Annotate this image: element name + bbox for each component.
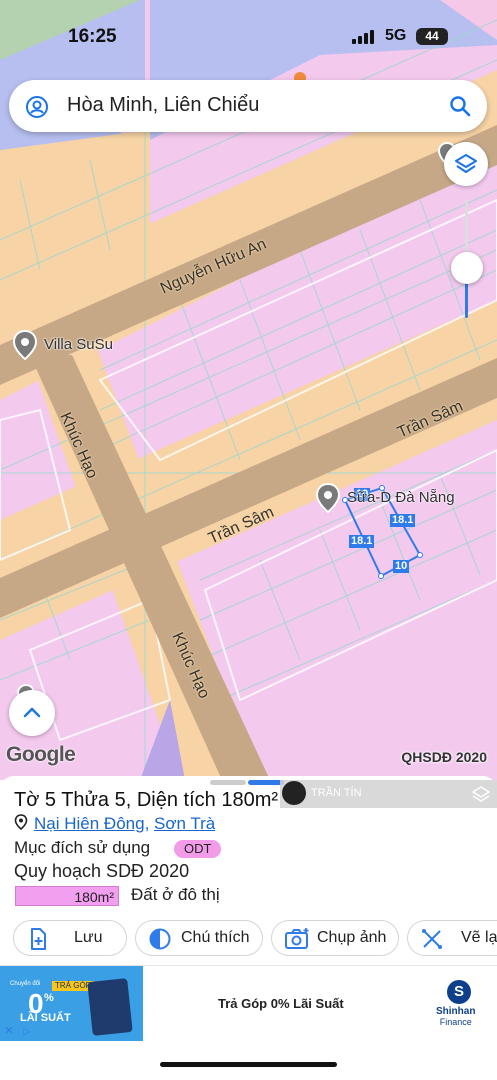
plot-dim-left: 18.1 [349, 535, 375, 548]
legend-button-label: Chú thích [181, 929, 250, 946]
place-pin-sua-d[interactable] [315, 482, 341, 518]
purpose-label: Mục đích sử dụng [14, 838, 151, 857]
legend-button[interactable]: Chú thích [135, 920, 263, 956]
search-icon[interactable] [449, 95, 471, 117]
plot-dim-bottom: 10 [393, 560, 410, 573]
ad-brand-line1: Shinhan [436, 1006, 476, 1017]
ad-thumb-percent-sign: % [44, 992, 54, 1004]
status-time: 16:25 [68, 26, 117, 47]
ad-headline[interactable]: Trả Góp 0% Lãi Suất [218, 996, 344, 1011]
layers-stack-icon [471, 786, 491, 802]
ad-banner[interactable]: Chuyển đổi TRẢ GÓP 0 % LÃI SUẤT Trả Góp … [0, 965, 497, 1043]
map-pin-icon [315, 482, 341, 514]
shinhan-logo-icon: S [447, 980, 471, 1004]
area-badge: 180m² [15, 886, 119, 906]
battery-icon: 44 [416, 28, 448, 45]
search-input[interactable]: Hòa Minh, Liên Chiểu [67, 94, 259, 117]
parcel-title: Tờ 5 Thửa 5, Diện tích 180m² [14, 789, 279, 811]
purpose-code-badge: ODT [174, 840, 222, 858]
ward-link[interactable]: Nại Hiên Đông [34, 814, 145, 833]
ad-brand-line2: Finance [439, 1017, 472, 1027]
cellular-signal-icon [352, 30, 374, 44]
add-document-icon [31, 928, 46, 950]
district-link[interactable]: Sơn Trà [154, 814, 215, 833]
status-bar: 16:25 5G 44 [0, 20, 497, 54]
draw-button[interactable]: Vẽ lạ [407, 920, 497, 956]
network-type: 5G [385, 27, 407, 44]
place-label-villa-susu[interactable]: Villa SuSu [44, 336, 113, 353]
place-pin-villa-susu[interactable] [12, 329, 38, 365]
watermark-logo [282, 781, 306, 805]
parcel-address: Nại Hiên Đông, Sơn Trà [14, 814, 215, 834]
panel-drag-handle[interactable] [210, 780, 246, 785]
user-icon[interactable] [25, 95, 49, 119]
legend-icon [149, 928, 171, 950]
ad-brand: Shinhan Finance [436, 1006, 475, 1028]
location-pin-icon [14, 814, 28, 831]
home-indicator[interactable] [160, 1062, 337, 1067]
camera-icon [285, 928, 309, 949]
watermark-text: TRẦN TÍN [311, 787, 362, 799]
google-logo: Google [6, 743, 76, 766]
ad-thumb-small-text: Chuyển đổi [10, 981, 41, 987]
chevron-up-icon [23, 707, 41, 718]
map-layer-label: QHSDĐ 2020 [401, 749, 487, 765]
ad-close-icon[interactable]: ✕ [2, 1024, 16, 1038]
capture-button-label: Chụp ảnh [317, 929, 387, 946]
capture-button[interactable]: Chụp ảnh [271, 920, 399, 956]
layers-icon [455, 154, 477, 173]
opacity-slider-handle[interactable] [451, 252, 483, 284]
save-button-label: Lưu [74, 929, 103, 946]
search-bar[interactable]: Hòa Minh, Liên Chiểu [9, 80, 487, 132]
watermark-banner: TRẦN TÍN [280, 780, 497, 808]
place-label-sua-d[interactable]: Sữa-D Đà Nẵng [347, 489, 455, 506]
expand-panel-button[interactable] [9, 690, 55, 736]
plot-dim-right: 18.1 [390, 514, 416, 527]
panel-drag-handle-active[interactable] [248, 780, 284, 785]
save-button[interactable]: Lưu [13, 920, 127, 956]
map-pin-icon [12, 329, 38, 361]
area-description: Đất ở đô thị [131, 885, 220, 904]
plan-label: Quy hoạch SDĐ 2020 [14, 861, 190, 881]
layers-button[interactable] [444, 142, 488, 186]
draw-icon [422, 929, 442, 949]
draw-button-label: Vẽ lạ [461, 929, 497, 946]
ad-card-image [87, 978, 133, 1036]
ad-choices-icon[interactable]: ▷ [20, 1024, 34, 1038]
ad-thumb-rate: LÃI SUẤT [20, 1012, 71, 1024]
